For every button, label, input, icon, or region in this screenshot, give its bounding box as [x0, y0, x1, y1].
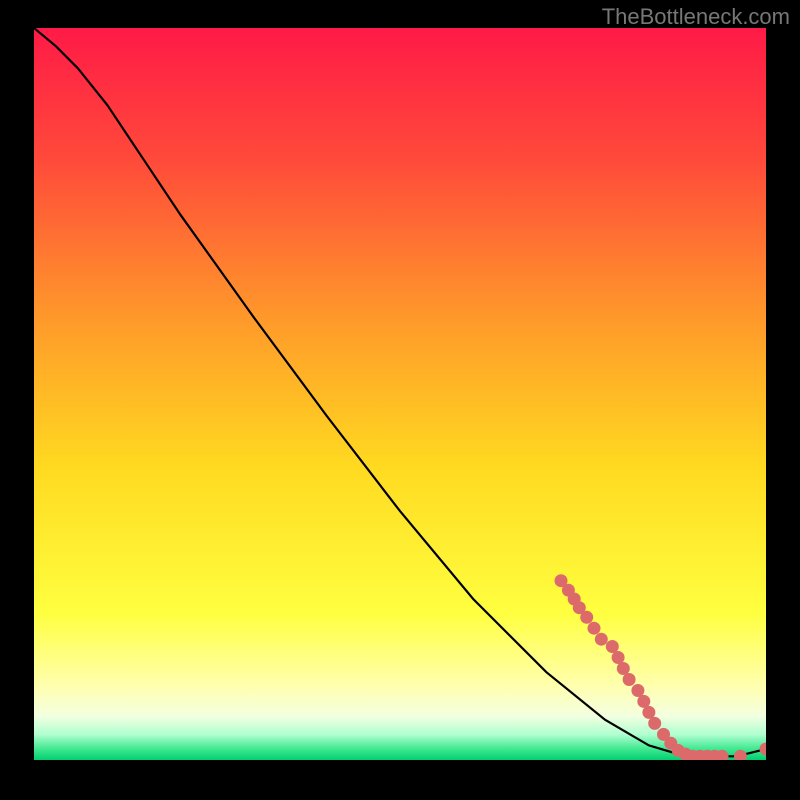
data-marker [623, 673, 636, 686]
data-marker [617, 662, 630, 675]
chart-svg [34, 28, 766, 760]
left-border [0, 0, 34, 800]
chart-plot-area [34, 28, 766, 760]
bottom-border [0, 760, 800, 800]
chart-container: { "watermark": "TheBottleneck.com", "cha… [0, 0, 800, 800]
data-marker [580, 611, 593, 624]
watermark-text: TheBottleneck.com [602, 4, 790, 30]
right-border [766, 0, 800, 800]
data-marker [606, 640, 619, 653]
chart-background [34, 28, 766, 760]
data-marker [642, 706, 655, 719]
data-marker [648, 717, 661, 730]
data-marker [588, 622, 601, 635]
data-marker [595, 633, 608, 646]
